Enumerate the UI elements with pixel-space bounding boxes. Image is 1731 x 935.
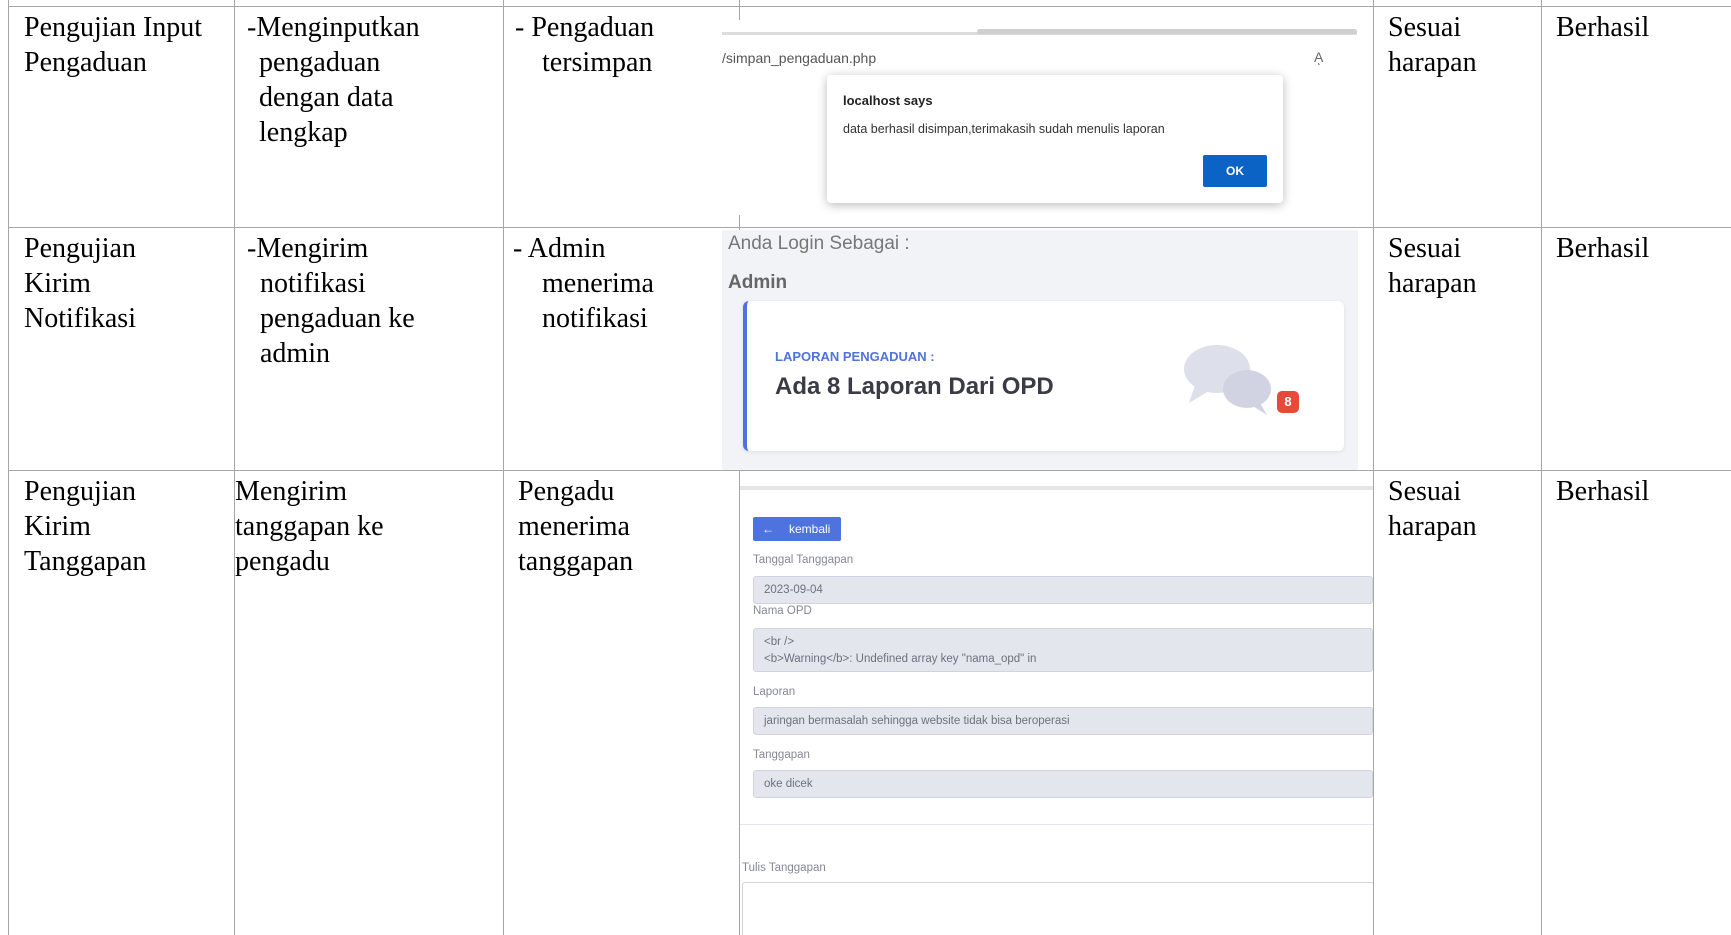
alert-dialog: localhost says data berhasil disimpan,te… [827,75,1283,203]
row3-expected: Pengadu menerima tanggapan [518,476,634,577]
back-button[interactable]: ← kembali [753,517,841,541]
login-role: Admin [728,272,788,293]
row3-step: Mengirim tanggapan ke pengadu [235,476,384,577]
opd-field[interactable]: <br /> <b>Warning</b>: Undefined array k… [753,628,1373,672]
write-response-textarea[interactable] [742,882,1373,935]
login-as-label: Anda Login Sebagai : [728,233,910,254]
write-response-label: Tulis Tanggapan [742,862,826,874]
back-button-label: kembali [789,522,831,536]
screenshot-response-form: ← kembali Tanggal Tanggapan 2023-09-04 N… [740,482,1373,935]
table-border-row2 [8,470,1731,471]
card-value: Ada 8 Laporan Dari OPD [775,373,1054,400]
row2-status: Berhasil [1556,233,1650,264]
tanggapan-field[interactable]: oke dicek [753,770,1373,798]
screenshot-admin-notification: Anda Login Sebagai : Admin LAPORAN PENGA… [722,230,1358,470]
table-border-row1 [8,227,1731,228]
table-border-col6 [1541,0,1542,935]
screenshot-save-confirmation: /simpan_pengaduan.php Aͅ localhost says … [722,20,1357,215]
field-label-laporan: Laporan [753,686,796,698]
table-border-top [8,6,1731,7]
table-border-col3 [503,0,504,935]
field-label-tanggapan: Tanggapan [753,749,810,761]
row3-test-name: Pengujian Kirim Tanggapan [24,476,147,577]
read-aloud-icon[interactable]: Aͅ [1314,49,1323,65]
address-bar-url[interactable]: /simpan_pengaduan.php [722,50,876,66]
browser-toolbar-fragment [740,486,1373,490]
form-separator [740,824,1373,825]
table-border-col5 [1373,0,1374,935]
notification-badge: 8 [1277,391,1299,413]
row2-expected: - Admin menerima notifikasi [513,233,654,334]
comments-icon [1184,345,1271,415]
report-card[interactable]: LAPORAN PENGADUAN : Ada 8 Laporan Dari O… [743,301,1344,451]
row1-expected: - Pengaduan tersimpan [515,12,655,78]
laporan-field[interactable]: jaringan bermasalah sehingga website tid… [753,707,1373,735]
arrow-left-icon: ← [762,522,774,536]
table-border-col2 [234,0,235,935]
field-label-tanggal: Tanggal Tanggapan [753,554,854,566]
row1-status: Berhasil [1556,12,1650,43]
table-border-left [8,0,9,935]
row1-step: -Menginputkan pengaduan dengan data leng… [247,12,420,148]
field-label-opd: Nama OPD [753,605,812,617]
browser-tab-active [977,29,1357,34]
row2-result: Sesuai harapan [1388,233,1477,299]
row3-result: Sesuai harapan [1388,476,1477,542]
row2-test-name: Pengujian Kirim Notifikasi [24,233,136,334]
dialog-message: data berhasil disimpan,terimakasih sudah… [843,122,1165,136]
row3-status: Berhasil [1556,476,1650,507]
row2-step: -Mengirim notifikasi pengaduan ke admin [247,233,415,369]
card-title: LAPORAN PENGADUAN : [775,349,935,364]
row1-result: Sesuai harapan [1388,12,1477,78]
dialog-title: localhost says [843,93,933,108]
ok-button[interactable]: OK [1203,155,1267,187]
row1-test-name: Pengujian Input Pengaduan [24,12,203,78]
tanggal-field[interactable]: 2023-09-04 [753,576,1373,604]
